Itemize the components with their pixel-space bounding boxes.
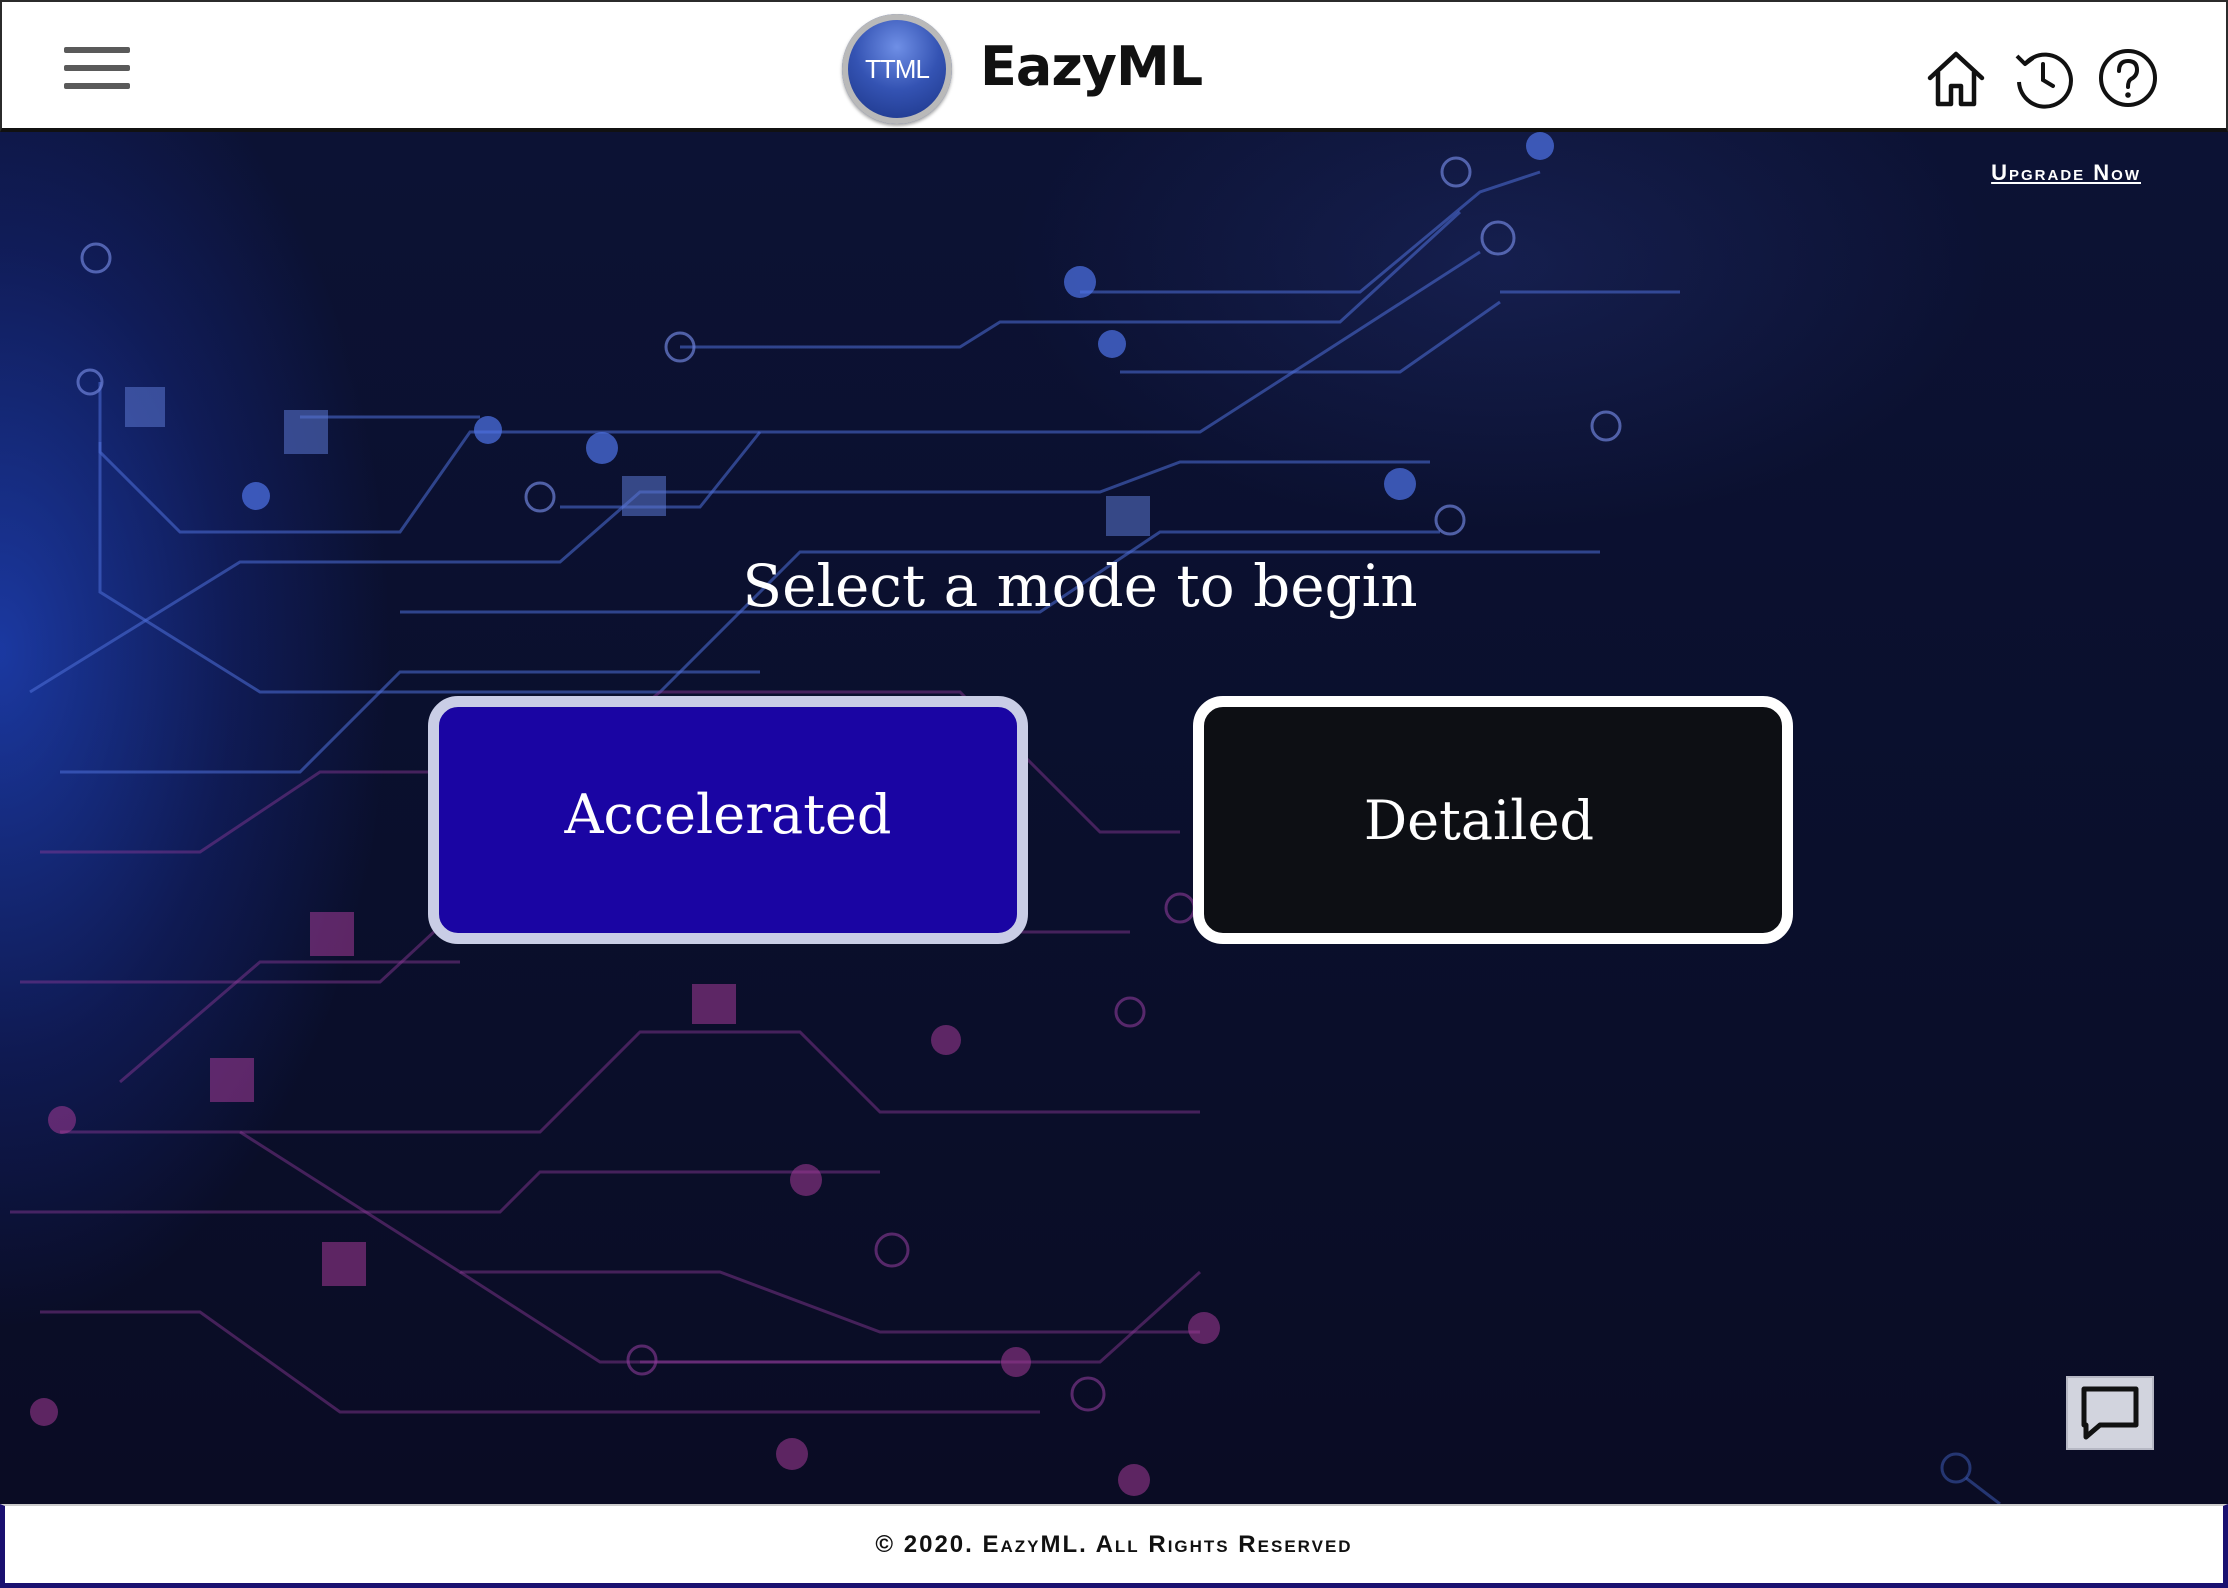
circuit-background <box>10 132 2001 1504</box>
copyright-text: © 2020. EazyML. All Rights Reserved <box>875 1530 1353 1558</box>
accelerated-mode-label: Accelerated <box>564 782 892 846</box>
brand-name: EazyML <box>980 35 1203 98</box>
hamburger-menu-icon[interactable] <box>64 47 130 97</box>
upgrade-now-link[interactable]: Upgrade Now <box>1991 160 2141 186</box>
help-icon[interactable] <box>2096 46 2160 110</box>
app-header: TTML EazyML <box>0 0 2228 132</box>
history-icon[interactable] <box>2011 46 2075 110</box>
mode-selection-panel: Upgrade Now Select a mode to begin Accel… <box>0 132 2228 1504</box>
detailed-mode-button[interactable]: Detailed <box>1193 696 1793 944</box>
page-title: Select a mode to begin <box>742 552 1418 620</box>
accelerated-mode-button[interactable]: Accelerated <box>428 696 1028 944</box>
page-footer: © 2020. EazyML. All Rights Reserved <box>0 1504 2228 1588</box>
logo-badge: TTML <box>842 14 952 124</box>
chat-icon[interactable] <box>2066 1376 2154 1450</box>
home-icon[interactable] <box>1924 46 1988 110</box>
brand-logo: TTML <box>842 14 952 124</box>
detailed-mode-label: Detailed <box>1363 788 1595 852</box>
